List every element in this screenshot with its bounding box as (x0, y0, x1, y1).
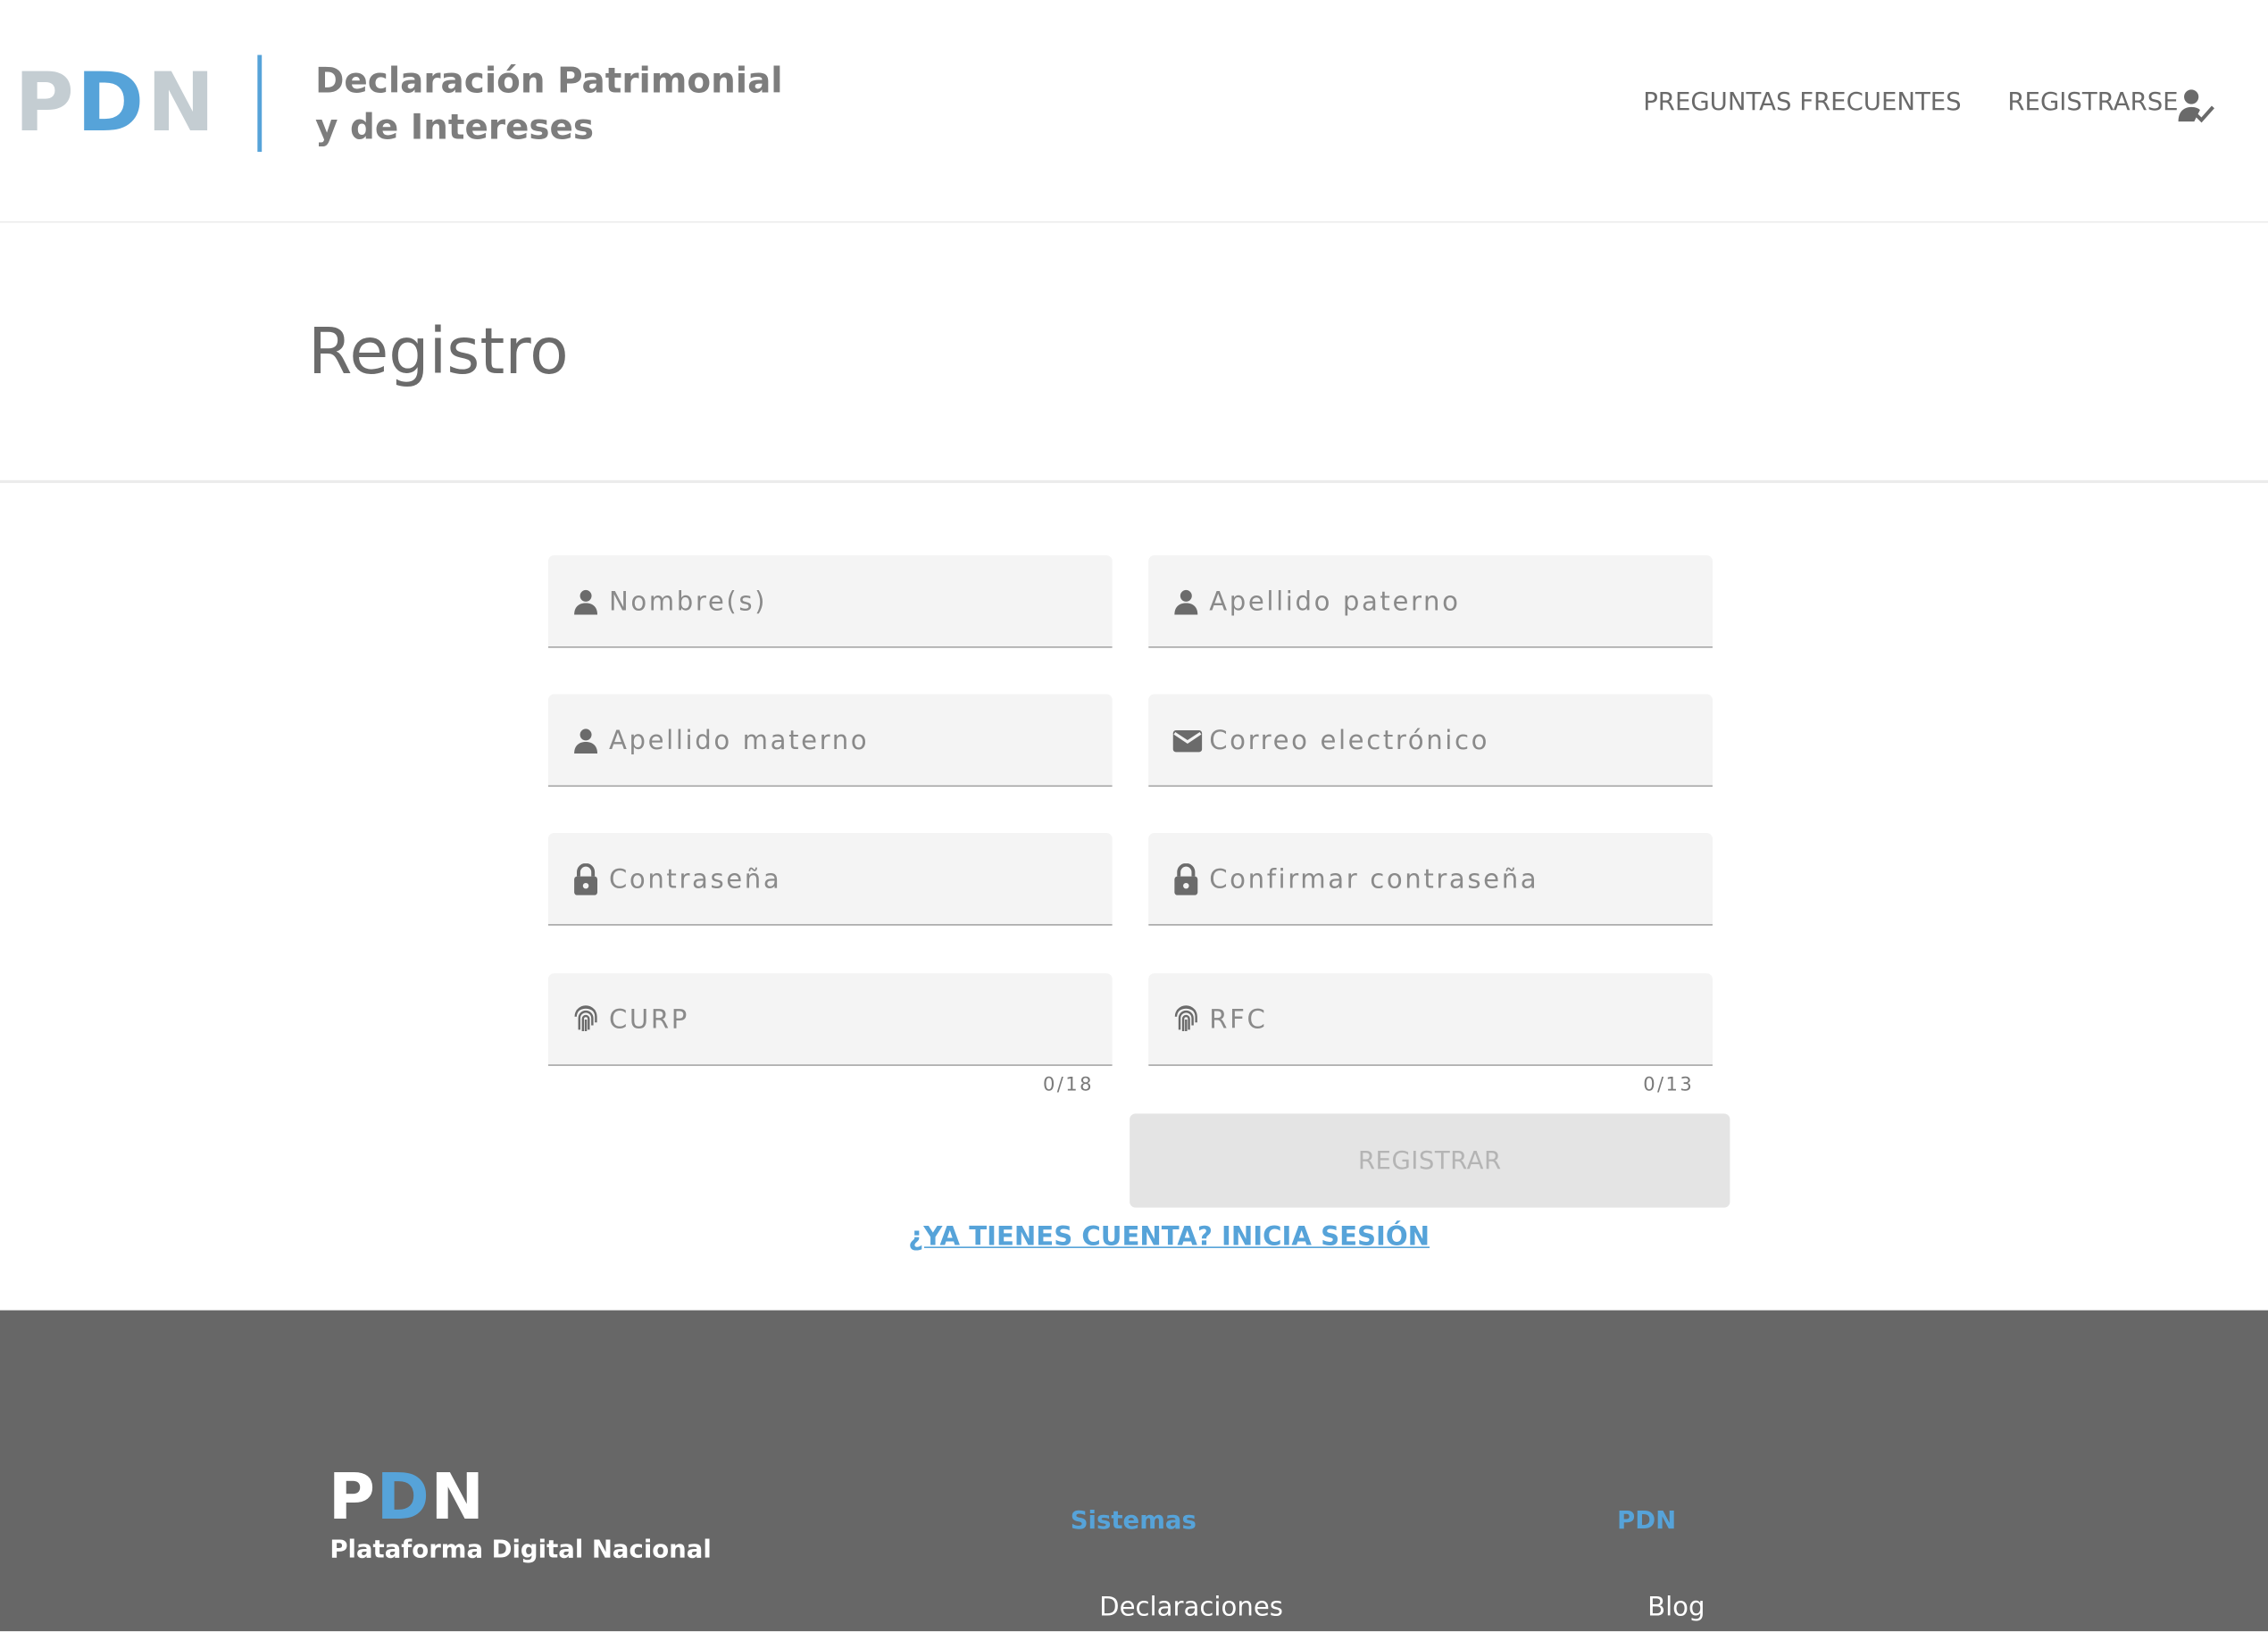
apellido-materno-input[interactable] (608, 694, 1087, 787)
mail-icon (1172, 730, 1203, 753)
title-band: Registro (0, 222, 2268, 484)
confirmar-contrasena-field[interactable] (1148, 833, 1713, 926)
footer-subtitle: Plataforma Digital Nacional (329, 1536, 712, 1565)
footer-heading-pdn: PDN (1617, 1506, 1677, 1536)
rfc-counter: 0/13 (1643, 1074, 1695, 1096)
contrasena-input[interactable] (608, 833, 1087, 926)
register-submit-button[interactable]: REGISTRAR (1130, 1113, 1730, 1208)
contrasena-field[interactable] (547, 833, 1113, 926)
nombre-field[interactable] (547, 555, 1113, 648)
nombre-input[interactable] (608, 555, 1087, 648)
footer-logo-letter-n: N (430, 1461, 486, 1535)
app-title-line2: y de Intereses (315, 106, 595, 148)
top-header: PDN Declaración Patrimonial y de Interes… (0, 0, 2268, 223)
nav-register-link[interactable]: REGISTRARSE (2007, 86, 2178, 121)
app-title: Declaración Patrimonial y de Intereses (315, 58, 783, 151)
footer-link-blog[interactable]: Blog (1647, 1593, 1705, 1623)
lock-icon (574, 863, 598, 895)
footer: PDN Plataforma Digital Nacional Sistemas… (0, 1310, 2268, 1632)
lock-icon (1174, 863, 1198, 895)
person-icon (574, 589, 598, 615)
footer-logo-letter-d: D (376, 1461, 431, 1535)
footer-heading-sistemas: Sistemas (1070, 1506, 1197, 1536)
curp-counter: 0/18 (1042, 1074, 1094, 1096)
curp-field[interactable] (547, 973, 1113, 1066)
curp-input[interactable] (608, 973, 1087, 1066)
person-icon (1174, 589, 1198, 615)
page-title: Registro (308, 315, 569, 389)
correo-field[interactable] (1148, 694, 1713, 787)
login-link[interactable]: ¿YA TIENES CUENTA? INICIA SESIÓN (908, 1222, 1430, 1253)
apellido-paterno-field[interactable] (1148, 555, 1713, 648)
footer-pdn-logo[interactable]: PDN (329, 1466, 486, 1530)
fingerprint-icon (574, 1005, 597, 1031)
footer-logo-letter-p: P (328, 1461, 377, 1535)
apellido-materno-field[interactable] (547, 694, 1113, 787)
footer-link-declaraciones[interactable]: Declaraciones (1099, 1593, 1283, 1623)
logo-letter-n: N (146, 56, 218, 151)
person-icon (574, 729, 598, 754)
logo-letter-d: D (76, 56, 147, 151)
person-check-icon[interactable] (2175, 87, 2215, 124)
header-divider (257, 54, 263, 153)
correo-input[interactable] (1209, 694, 1687, 787)
nav-faq-link[interactable]: PREGUNTAS FRECUENTES (1643, 86, 1961, 121)
pdn-logo[interactable]: PDN (14, 62, 217, 145)
rfc-field[interactable] (1148, 973, 1713, 1066)
app-title-line1: Declaración Patrimonial (315, 61, 783, 102)
rfc-input[interactable] (1209, 973, 1687, 1066)
confirmar-contrasena-input[interactable] (1209, 833, 1687, 926)
logo-letter-p: P (14, 56, 77, 151)
apellido-paterno-input[interactable] (1209, 555, 1687, 648)
fingerprint-icon (1174, 1005, 1197, 1031)
page: PDN Declaración Patrimonial y de Interes… (0, 0, 2268, 1632)
